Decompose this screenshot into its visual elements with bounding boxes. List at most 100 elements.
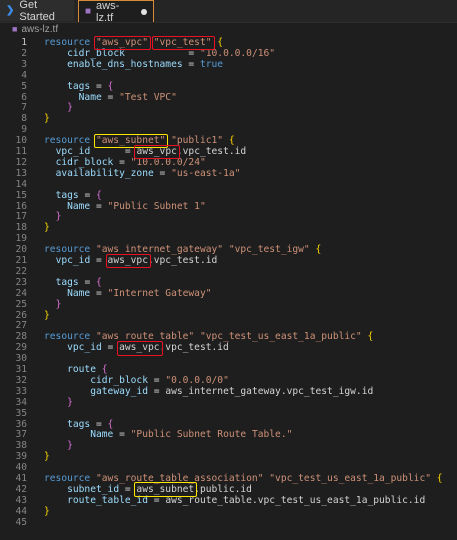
line-number: 38 [15, 440, 27, 452]
line-number: 16 [15, 200, 27, 212]
code-token: subnet_id [67, 483, 120, 495]
line-number: 32 [15, 374, 27, 386]
code-token: = [119, 483, 137, 495]
terraform-icon: ■ [85, 6, 92, 17]
code-text: route_table_id = aws_route_table.vpc_tes… [44, 495, 425, 506]
code-line[interactable]: 14 [0, 179, 457, 190]
code-token: aws_subnet.public.id [136, 483, 252, 495]
breadcrumb-file[interactable]: aws-lz.tf [21, 24, 58, 35]
code-line[interactable]: 39} [0, 451, 457, 462]
code-line[interactable]: 16 Name = "Public Subnet 1" [0, 201, 457, 212]
code-line[interactable]: 40 [0, 462, 457, 473]
code-line[interactable]: 3 enable_dns_hostnames = true [0, 59, 457, 70]
code-line[interactable]: 23 tags = { [0, 277, 457, 288]
code-line[interactable]: 36 tags = { [0, 419, 457, 430]
code-token: } [44, 309, 50, 321]
code-line[interactable]: 13 availability_zone = "us-east-1a" [0, 168, 457, 179]
code-editor[interactable]: 1 resource "aws_vpc" "vpc_test" {2 cidr_b… [0, 35, 457, 540]
code-token: tags [55, 276, 79, 288]
code-line[interactable]: 18} [0, 222, 457, 233]
code-token: { [436, 473, 443, 484]
code-line[interactable]: 17 } [0, 211, 457, 222]
code-line[interactable]: 38 } [0, 440, 457, 451]
line-number: 43 [15, 494, 27, 506]
code-token: vpc_id [55, 146, 91, 157]
code-line[interactable]: 15 tags = { [0, 190, 457, 201]
code-token: } [55, 298, 62, 310]
tab-get-started[interactable]: ❯ Get Started [0, 0, 74, 23]
code-token: "vpc_test_us_east_1a_public" [199, 331, 362, 343]
code-text: } [44, 222, 50, 233]
code-line[interactable]: 28 resource "aws_route_table" "vpc_test_u… [0, 331, 457, 342]
code-token: { [96, 189, 102, 201]
line-number: 31 [15, 364, 27, 375]
code-line[interactable]: 30 [0, 353, 457, 364]
code-line[interactable]: 44} [0, 506, 457, 517]
code-token: route [67, 364, 96, 375]
line-number: 11 [15, 146, 27, 157]
code-token: "us-east-1a" [171, 167, 241, 179]
code-line[interactable]: 41 resource "aws_route_table_association"… [0, 473, 457, 484]
code-line[interactable]: 21 vpc_id = aws_vpc.vpc_test.id [0, 255, 457, 266]
code-token: } [67, 102, 73, 114]
code-token: true [199, 58, 224, 70]
code-token: "vpc_test" [153, 37, 212, 48]
code-token: { [315, 244, 322, 256]
code-line[interactable]: 7 } [0, 102, 457, 113]
code-token: "Internet Gateway" [107, 287, 212, 299]
code-line[interactable]: 1 resource "aws_vpc" "vpc_test" { [0, 37, 457, 48]
code-token: } [55, 211, 62, 223]
code-line[interactable]: 33 gateway_id = aws_internet_gateway.vpc… [0, 386, 457, 397]
code-text: } [44, 298, 62, 310]
line-number: 15 [15, 189, 27, 201]
code-line[interactable]: 25 } [0, 299, 457, 310]
code-token: = [90, 255, 108, 266]
code-line[interactable]: 11 vpc_id = aws_vpc.vpc_test.id [0, 146, 457, 157]
code-line[interactable]: 32 cidr_block = "0.0.0.0/0" [0, 375, 457, 386]
code-line[interactable]: 2 cidr_block = "10.0.0.0/16" [0, 48, 457, 59]
code-line[interactable]: 19 [0, 233, 457, 244]
code-text: subnet_id = aws_subnet.public.id [44, 484, 252, 495]
code-token: { [101, 364, 108, 375]
tab-aws-lz[interactable]: ■ aws-lz.tf [78, 0, 154, 24]
code-line[interactable]: 45 [0, 517, 457, 528]
code-line[interactable]: 10 resource "aws_subnet" "public1" { [0, 135, 457, 146]
code-line[interactable]: 8} [0, 113, 457, 124]
line-number: 9 [21, 124, 27, 136]
code-text: Name = "Public Subnet 1" [44, 201, 206, 212]
unsaved-dot-icon[interactable] [141, 8, 147, 15]
code-line[interactable]: 42 subnet_id = aws_subnet.public.id [0, 484, 457, 495]
code-line[interactable]: 4 [0, 70, 457, 81]
code-token: availability_zone [55, 167, 154, 179]
line-number: 30 [15, 353, 27, 365]
code-line[interactable]: 9 [0, 124, 457, 135]
code-line[interactable]: 29 vpc_id = aws_vpc.vpc_test.id [0, 342, 457, 353]
code-line[interactable]: 37 Name = "Public Subnet Route Table." [0, 429, 457, 440]
code-line[interactable]: 26} [0, 310, 457, 321]
code-token: "aws_subnet" [95, 135, 166, 147]
code-line[interactable]: 35 [0, 408, 457, 419]
code-line[interactable]: 34 } [0, 397, 457, 408]
code-token: cidr_block [67, 47, 125, 59]
code-line[interactable]: 22 [0, 266, 457, 277]
code-line[interactable]: 5 tags = { [0, 81, 457, 92]
code-line[interactable]: 6 Name = "Test VPC" [0, 92, 457, 103]
code-token: resource [44, 135, 96, 147]
code-token: "vpc_test_us_east_1a_public" [269, 473, 432, 484]
code-line[interactable]: 27 [0, 320, 457, 331]
code-line[interactable]: 24 Name = "Internet Gateway" [0, 288, 457, 299]
code-token: { [367, 331, 374, 343]
code-token: "10.0.0.0/24" [130, 156, 206, 168]
code-line[interactable]: 31 route { [0, 364, 457, 375]
code-line[interactable]: 12 cidr_block = "10.0.0.0/24" [0, 157, 457, 168]
code-line[interactable]: 20 resource "aws_internet_gateway" "vpc_t… [0, 244, 457, 255]
code-line[interactable]: 43 route_table_id = aws_route_table.vpc_… [0, 495, 457, 506]
code-token: aws_vpc.vpc_test.id [136, 146, 247, 157]
code-token: "public1" [171, 135, 224, 147]
